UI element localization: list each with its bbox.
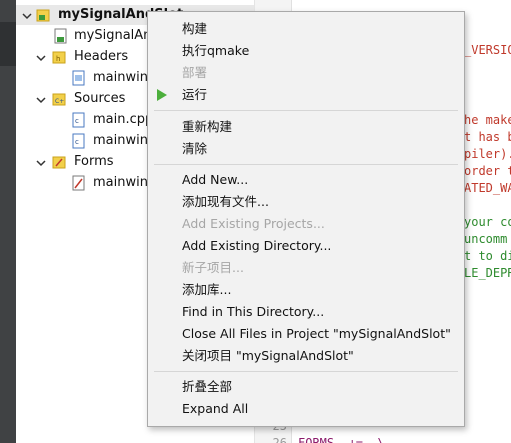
menu-item-add-existing-directory[interactable]: Add Existing Directory... bbox=[182, 236, 331, 256]
menu-item-expand-all[interactable]: Expand All bbox=[182, 399, 248, 419]
svg-text:c: c bbox=[75, 117, 79, 125]
code-fragment: piler). bbox=[464, 147, 511, 161]
code-fragment: he make bbox=[464, 113, 511, 127]
project-context-menu[interactable]: 构建 执行qmake 部署 运行 重新构建 清除 Add New... 添加现有… bbox=[147, 11, 465, 427]
menu-separator bbox=[154, 371, 458, 372]
pro-file-icon bbox=[54, 28, 68, 44]
menu-item-add-existing-projects: Add Existing Projects... bbox=[182, 216, 325, 231]
code-fragment: your co bbox=[464, 215, 511, 229]
sources-label: Sources bbox=[74, 91, 126, 106]
menu-item-collapse-all[interactable]: 折叠全部 bbox=[182, 377, 232, 397]
code-fragment: ATED_WA bbox=[464, 181, 511, 195]
forms-label: Forms bbox=[74, 154, 114, 169]
menu-separator bbox=[154, 110, 458, 111]
menu-item-rebuild[interactable]: 重新构建 bbox=[182, 117, 232, 137]
menu-item-clean[interactable]: 清除 bbox=[182, 139, 207, 159]
line-number: 26 bbox=[272, 436, 287, 443]
header-file-icon bbox=[72, 70, 86, 86]
sources-folder-icon: C+ bbox=[52, 91, 66, 107]
code-line-forms: FORMS += \ bbox=[298, 436, 385, 443]
menu-item-deploy: 部署 bbox=[182, 65, 208, 80]
code-fragment: t has b bbox=[464, 130, 511, 144]
chevron-down-icon[interactable] bbox=[36, 53, 46, 63]
menu-item-build[interactable]: 构建 bbox=[182, 19, 207, 39]
ui-file-icon bbox=[72, 175, 86, 191]
cpp-file-icon: c bbox=[72, 133, 86, 149]
svg-text:C+: C+ bbox=[55, 98, 64, 105]
menu-item-add-existing-files[interactable]: 添加现有文件... bbox=[182, 192, 269, 212]
menu-item-close-project[interactable]: 关闭项目 "mySignalAndSlot" bbox=[182, 346, 354, 366]
code-fragment: order t bbox=[464, 164, 511, 178]
menu-item-run[interactable]: 运行 bbox=[182, 85, 207, 105]
code-fragment: t to di bbox=[464, 249, 511, 263]
code-fragment: uncomm bbox=[464, 232, 508, 246]
headers-folder-icon: h bbox=[52, 49, 66, 65]
mode-selector-strip bbox=[0, 0, 16, 443]
menu-item-run-qmake[interactable]: 执行qmake bbox=[182, 41, 249, 61]
code-fragment: _VERSIO bbox=[464, 43, 511, 57]
chevron-down-icon[interactable] bbox=[22, 11, 32, 21]
cpp-file-icon: c bbox=[72, 112, 86, 128]
svg-text:h: h bbox=[56, 55, 60, 63]
code-fragment: LE_DEPR bbox=[464, 266, 511, 280]
run-icon bbox=[157, 89, 167, 101]
forms-folder-icon bbox=[52, 154, 66, 170]
headers-label: Headers bbox=[74, 49, 129, 64]
menu-item-new-subproject: 新子项目... bbox=[182, 260, 244, 275]
mode-selector-active bbox=[0, 22, 16, 66]
chevron-down-icon[interactable] bbox=[36, 158, 46, 168]
chevron-down-icon[interactable] bbox=[36, 95, 46, 105]
menu-item-add-library[interactable]: 添加库... bbox=[182, 280, 231, 300]
menu-separator bbox=[154, 164, 458, 165]
source-file-label: main.cpp bbox=[93, 112, 154, 127]
svg-text:c: c bbox=[75, 138, 79, 146]
menu-item-close-all-files[interactable]: Close All Files in Project "mySignalAndS… bbox=[182, 324, 451, 344]
project-folder-icon bbox=[36, 7, 50, 23]
menu-item-find-in-directory[interactable]: Find in This Directory... bbox=[182, 302, 324, 322]
menu-item-add-new[interactable]: Add New... bbox=[182, 170, 248, 190]
